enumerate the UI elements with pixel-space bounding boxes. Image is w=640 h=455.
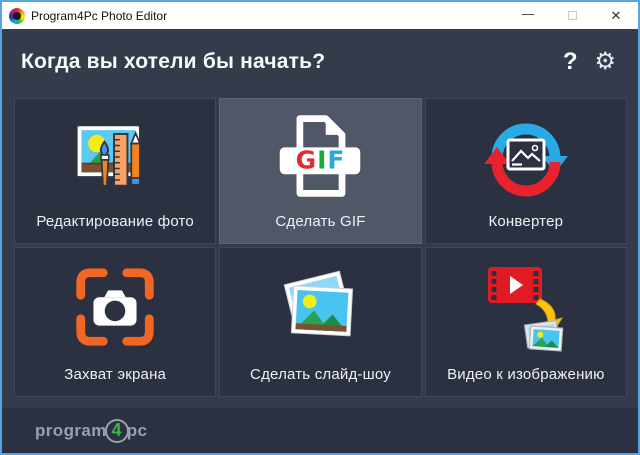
tile-label: Редактирование фото [36, 213, 194, 230]
close-icon: ✕ [611, 8, 622, 24]
logo-circle-icon: 4 [105, 419, 129, 443]
gif-letter-i: I [318, 145, 327, 174]
logo-number: 4 [112, 420, 122, 441]
video-to-image-icon [426, 248, 626, 366]
gif-letter-g: G [296, 145, 316, 174]
tile-photo-editing[interactable]: Редактирование фото [14, 98, 216, 244]
app-window: Program4Pc Photo Editor — ✕ Когда вы хот… [0, 0, 640, 455]
settings-button[interactable]: ⚙ [594, 50, 616, 74]
minimize-icon: — [522, 6, 535, 21]
header: Когда вы хотели бы начать? ? ⚙ [2, 29, 638, 95]
svg-text:GIF: GIF [296, 145, 345, 174]
gear-icon: ⚙ [594, 48, 616, 75]
converter-arrows-icon [426, 99, 626, 213]
slideshow-icon [220, 248, 420, 366]
maximize-icon [568, 11, 577, 20]
header-icons: ? ⚙ [563, 50, 616, 74]
minimize-button[interactable]: — [506, 2, 550, 29]
tile-label: Конвертер [488, 213, 563, 230]
tile-label: Сделать слайд-шоу [250, 366, 391, 383]
titlebar: Program4Pc Photo Editor — ✕ [2, 2, 638, 29]
maximize-button[interactable] [550, 2, 594, 29]
gif-file-icon: GIF [220, 99, 420, 213]
help-button[interactable]: ? [563, 50, 578, 74]
app-logo-icon [9, 8, 25, 24]
footer: program4pc [2, 408, 638, 453]
tile-grid: Редактирование фото GIF Сделать GIF [14, 98, 627, 397]
close-button[interactable]: ✕ [594, 2, 638, 29]
tile-slideshow[interactable]: Сделать слайд-шоу [219, 247, 421, 397]
gif-letter-f: F [328, 145, 345, 174]
tile-label: Сделать GIF [275, 213, 365, 230]
tile-label: Захват экрана [64, 366, 166, 383]
tile-label: Видео к изображению [447, 366, 605, 383]
page-title: Когда вы хотели бы начать? [21, 50, 563, 74]
logo-text-post: pc [127, 421, 148, 441]
window-title: Program4Pc Photo Editor [31, 9, 506, 23]
tile-make-gif[interactable]: GIF Сделать GIF [219, 98, 421, 244]
screen-capture-icon [15, 248, 215, 366]
tile-video-to-image[interactable]: Видео к изображению [425, 247, 627, 397]
photo-edit-icon [15, 99, 215, 213]
question-mark-icon: ? [563, 48, 578, 75]
tile-converter[interactable]: Конвертер [425, 98, 627, 244]
tile-screen-capture[interactable]: Захват экрана [14, 247, 216, 397]
program4pc-logo: program4pc [35, 419, 147, 443]
logo-text-pre: program [35, 421, 107, 441]
